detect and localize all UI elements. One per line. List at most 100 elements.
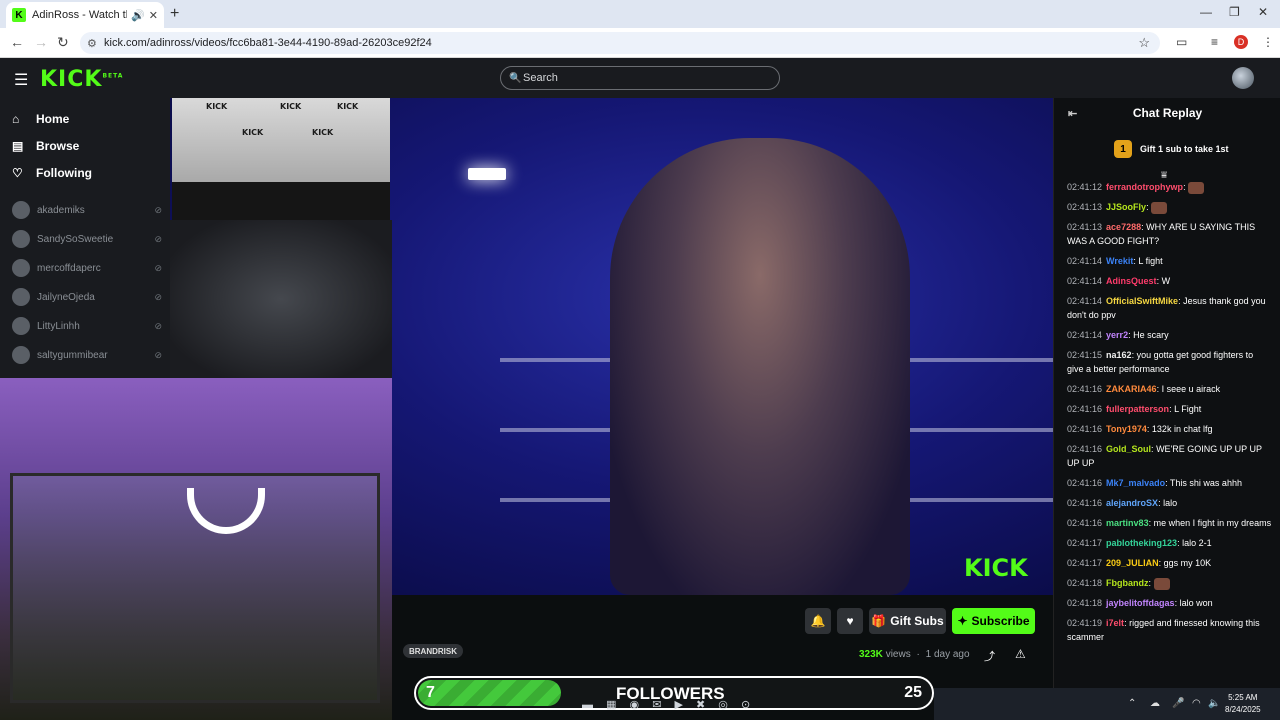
heart-icon: ♥ <box>846 614 854 628</box>
message-timestamp: 02:41:16 <box>1067 498 1103 508</box>
nav-following[interactable]: ♡ Following <box>12 166 92 180</box>
chevron-up-icon[interactable]: ⌃ <box>1128 698 1136 709</box>
nav-home[interactable]: ⌂ Home <box>12 112 69 126</box>
kick-logo[interactable]: KICKBETA <box>40 67 123 92</box>
message-username[interactable]: OfficialSwiftMike <box>1106 296 1178 306</box>
emote-icon <box>1151 201 1168 214</box>
back-icon[interactable]: ← <box>10 34 24 50</box>
message-timestamp: 02:41:16 <box>1067 444 1103 454</box>
sidebar: ⌂ Home ▤ Browse ♡ Following akademiks ⊘ Sand… <box>0 98 170 378</box>
microphone-icon[interactable]: 🎤 <box>1172 698 1184 709</box>
tab-close-icon[interactable]: ✕ <box>149 9 158 22</box>
bookmark-star-icon[interactable]: ☆ <box>1138 35 1150 51</box>
chat-message: 02:41:15 na162: you gotta get good fighte… <box>1067 348 1272 376</box>
user-avatar[interactable] <box>1232 67 1254 89</box>
message-username[interactable]: ZAKARIA46 <box>1106 384 1157 394</box>
message-timestamp: 02:41:16 <box>1067 384 1103 394</box>
message-separator: : <box>1148 578 1154 588</box>
message-username[interactable]: 209_JULIAN <box>1106 558 1159 568</box>
chat-message: 02:41:17 pablotheking123: lalo 2-1 <box>1067 536 1272 550</box>
cloud-icon[interactable]: ☁ <box>1150 698 1160 709</box>
mail-icon[interactable]: ✉ <box>652 699 661 711</box>
logo-text: KICK <box>40 67 103 92</box>
message-username[interactable]: JJSooFly <box>1106 202 1146 212</box>
followed-channel[interactable]: akademiks ⊘ <box>12 200 162 220</box>
search-input[interactable]: 🔍 Search <box>500 66 780 90</box>
followed-channel[interactable]: SandySoSweetie ⊘ <box>12 229 162 249</box>
window-close-icon[interactable]: ✕ <box>1258 5 1268 19</box>
message-timestamp: 02:41:16 <box>1067 478 1103 488</box>
message-timestamp: 02:41:19 <box>1067 618 1103 628</box>
profile-badge[interactable]: D <box>1234 35 1248 49</box>
browser-toolbar: ← → ↻ ⚙ kick.com/adinross/videos/fcc6ba8… <box>0 28 1280 58</box>
browser-tab[interactable]: K AdinRoss - Watch the VOD 🔊 ✕ <box>6 2 164 28</box>
share-icon[interactable]: ⤴ <box>984 648 995 664</box>
message-timestamp: 02:41:13 <box>1067 202 1103 212</box>
message-username[interactable]: ferrandotrophywp <box>1106 182 1183 192</box>
chrome-icon[interactable]: ◎ <box>718 699 728 711</box>
cast-icon[interactable]: ▭ <box>1176 35 1187 49</box>
rank-badge: 1 <box>1114 140 1132 158</box>
recorder-icon[interactable]: ⊙ <box>741 699 750 711</box>
tab-title: AdinRoss - Watch the VOD <box>32 9 127 21</box>
message-username[interactable]: AdinsQuest <box>1106 276 1157 286</box>
message-username[interactable]: pablotheking123 <box>1106 538 1177 548</box>
restore-icon[interactable]: ❐ <box>1229 5 1240 19</box>
chat-message: 02:41:14 OfficialSwiftMike: Jesus thank g… <box>1067 294 1272 322</box>
message-text: lalo 2-1 <box>1182 538 1212 548</box>
volume-icon[interactable]: 🔈 <box>1208 698 1220 709</box>
gift-leaderboard[interactable]: 1 Gift 1 sub to take 1st <box>1114 140 1229 158</box>
edge-icon[interactable]: ◉ <box>630 699 640 711</box>
message-username[interactable]: jaybelitoffdagas <box>1106 598 1175 608</box>
message-username[interactable]: fullerpatterson <box>1106 404 1169 414</box>
chat-message: 02:41:16 Tony1974: 132k in chat lfg <box>1067 422 1272 436</box>
address-bar[interactable]: ⚙ kick.com/adinross/videos/fcc6ba81-3e44… <box>80 32 1160 54</box>
new-tab-button[interactable]: + <box>170 5 179 23</box>
message-username[interactable]: Gold_Soul <box>1106 444 1151 454</box>
minimize-icon[interactable]: — <box>1200 5 1212 19</box>
tab-search-icon[interactable]: ≡ <box>1211 35 1218 49</box>
file-explorer-icon[interactable]: ▬ <box>582 699 593 711</box>
gift-subs-button[interactable]: 🎁 Gift Subs <box>869 608 946 634</box>
channel-name: saltygummibear <box>37 349 108 361</box>
subscribe-button[interactable]: ✦ Subscribe <box>952 608 1035 634</box>
follow-button[interactable]: ♥ <box>837 608 863 634</box>
followed-channel[interactable]: saltygummibear ⊘ <box>12 345 162 365</box>
message-username[interactable]: na162 <box>1106 350 1132 360</box>
message-username[interactable]: alejandroSX <box>1106 498 1158 508</box>
followed-channel[interactable]: JailyneOjeda ⊘ <box>12 287 162 307</box>
collapse-chat-icon[interactable]: ⇤ <box>1068 107 1077 120</box>
site-info-icon[interactable]: ⚙ <box>87 37 97 50</box>
nav-browse[interactable]: ▤ Browse <box>12 139 79 153</box>
message-username[interactable]: ace7288 <box>1106 222 1141 232</box>
message-username[interactable]: yerr2 <box>1106 330 1128 340</box>
speaker-icon[interactable]: 🔊 <box>131 9 145 22</box>
message-username[interactable]: i7elt <box>1106 618 1124 628</box>
hamburger-menu-icon[interactable]: ☰ <box>14 70 28 90</box>
followed-channel[interactable]: mercoffdaperc ⊘ <box>12 258 162 278</box>
wifi-icon[interactable]: ◠ <box>1192 698 1201 709</box>
youtube-icon[interactable]: ▶ <box>674 699 682 711</box>
system-clock[interactable]: 5:25 AM 8/24/2025 <box>1225 692 1261 716</box>
report-icon[interactable]: ⚠ <box>1015 647 1026 661</box>
message-timestamp: 02:41:15 <box>1067 350 1103 360</box>
xbox-icon[interactable]: ✖ <box>696 699 705 711</box>
chat-message: 02:41:16 Mk7_malvado: This shi was ahhh <box>1067 476 1272 490</box>
press-logo: KICK <box>242 128 264 137</box>
message-username[interactable]: Tony1974 <box>1106 424 1147 434</box>
menu-dots-icon[interactable]: ⋮ <box>1262 35 1274 49</box>
avatar <box>12 317 30 335</box>
chat-message: 02:41:13 ace7288: WHY ARE U SAYING THIS W… <box>1067 220 1272 248</box>
notification-bell-button[interactable]: 🔔 <box>805 608 831 634</box>
store-icon[interactable]: ▦ <box>606 699 616 711</box>
offline-icon: ⊘ <box>154 291 162 302</box>
followed-channel[interactable]: LittyLinhh ⊘ <box>12 316 162 336</box>
message-username[interactable]: Mk7_malvado <box>1106 478 1165 488</box>
reload-icon[interactable]: ↻ <box>57 34 69 51</box>
forward-icon[interactable]: → <box>34 34 48 50</box>
category-tag[interactable]: BRANDRISK <box>403 644 463 658</box>
goal-progress-fill <box>418 680 562 706</box>
message-username[interactable]: Wrekit <box>1106 256 1133 266</box>
message-username[interactable]: martinv83 <box>1106 518 1149 528</box>
message-username[interactable]: Fbgbandz <box>1106 578 1149 588</box>
